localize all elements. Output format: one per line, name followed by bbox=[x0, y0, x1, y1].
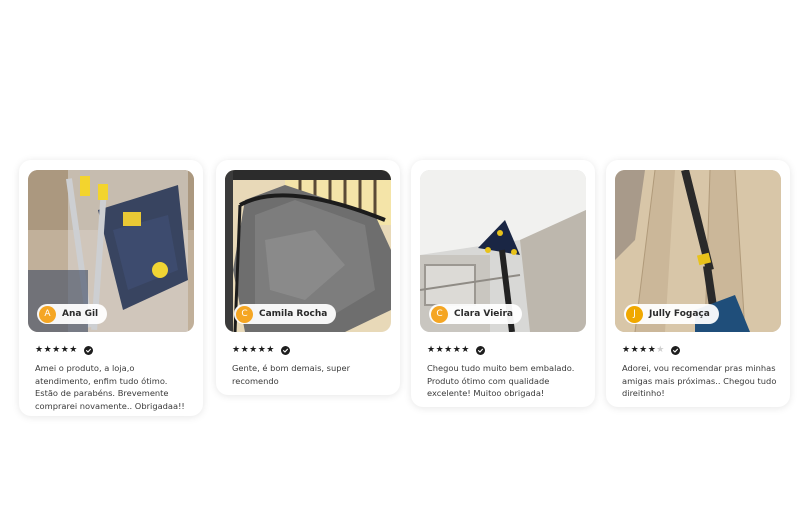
stars-filled: ★★★★★ bbox=[35, 344, 78, 355]
review-text: Gente, é bom demais, super recomendo bbox=[232, 363, 351, 386]
review-text: Adorei, vou recomendar pras minhas amiga… bbox=[622, 363, 777, 399]
rating-row: ★★★★★ bbox=[622, 344, 781, 356]
star-rating: ★★★★★ bbox=[35, 344, 78, 355]
avatar: C bbox=[431, 305, 448, 323]
review-photo[interactable]: C Camila Rocha bbox=[225, 170, 391, 332]
stars-filled: ★★★★★ bbox=[427, 344, 470, 355]
star-rating: ★★★★★ bbox=[427, 344, 470, 355]
check-badge-icon bbox=[475, 345, 485, 355]
rating-row: ★★★★★ bbox=[232, 344, 391, 356]
review-card[interactable]: C Camila Rocha ★★★★★ Gente, é bom demais… bbox=[216, 160, 400, 395]
review-card[interactable]: J Jully Fogaça ★★★★★ Adorei, vou recomen… bbox=[606, 160, 790, 407]
author-badge: J Jully Fogaça bbox=[624, 304, 719, 324]
review-card[interactable]: A Ana Gil ★★★★★ Amei o produto, a loja,o… bbox=[19, 160, 203, 416]
stars-filled: ★★★★ bbox=[622, 344, 657, 355]
review-photo[interactable]: J Jully Fogaça bbox=[615, 170, 781, 332]
stars-empty: ★ bbox=[656, 344, 665, 355]
star-rating: ★★★★★ bbox=[232, 344, 275, 355]
avatar: C bbox=[236, 305, 253, 323]
review-text: Amei o produto, a loja,o atendimento, en… bbox=[35, 363, 185, 411]
avatar: A bbox=[39, 305, 56, 323]
reviews-carousel: A Ana Gil ★★★★★ Amei o produto, a loja,o… bbox=[0, 160, 800, 420]
author-name: Ana Gil bbox=[62, 309, 99, 319]
check-badge-icon bbox=[670, 345, 680, 355]
avatar: J bbox=[626, 305, 643, 323]
rating-row: ★★★★★ bbox=[427, 344, 586, 356]
author-badge: C Camila Rocha bbox=[234, 304, 337, 324]
check-badge-icon bbox=[83, 345, 93, 355]
review-text: Chegou tudo muito bem embalado. Produto … bbox=[427, 363, 575, 399]
author-name: Jully Fogaça bbox=[649, 309, 710, 319]
rating-row: ★★★★★ bbox=[35, 344, 194, 356]
author-badge: A Ana Gil bbox=[37, 304, 108, 324]
review-photo[interactable]: C Clara Vieira bbox=[420, 170, 586, 332]
review-photo[interactable]: A Ana Gil bbox=[28, 170, 194, 332]
author-badge: C Clara Vieira bbox=[429, 304, 523, 324]
review-card[interactable]: C Clara Vieira ★★★★★ Chegou tudo muito b… bbox=[411, 160, 595, 407]
author-name: Clara Vieira bbox=[454, 309, 514, 319]
author-name: Camila Rocha bbox=[259, 309, 328, 319]
stars-filled: ★★★★★ bbox=[232, 344, 275, 355]
check-badge-icon bbox=[280, 345, 290, 355]
star-rating: ★★★★★ bbox=[622, 344, 665, 355]
